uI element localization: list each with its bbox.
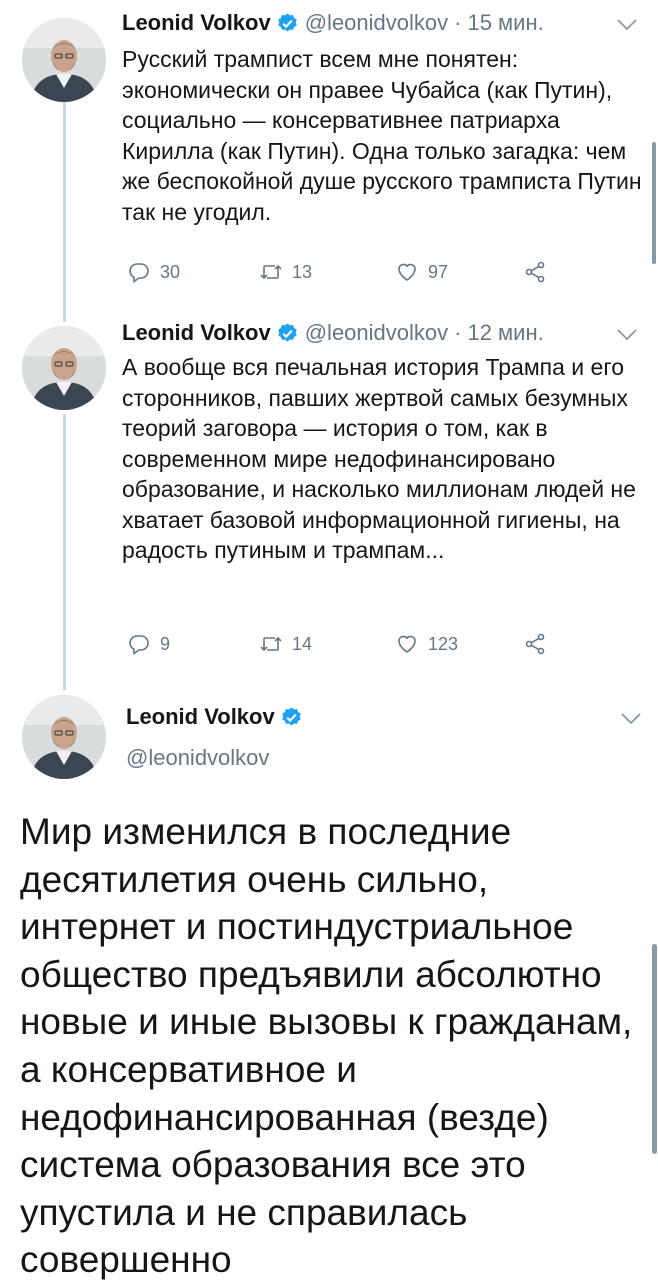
scrollbar[interactable] xyxy=(652,142,656,264)
focused-author-row: Leonid Volkov xyxy=(126,704,303,730)
focused-tweet-text: Мир изменился в последние десятилетия оч… xyxy=(20,811,633,1281)
retweet-icon xyxy=(260,636,282,652)
retweet-count: 14 xyxy=(292,633,313,654)
tweet-actions: 30 13 97 xyxy=(127,257,557,287)
retweet-button[interactable]: 13 xyxy=(259,257,312,287)
author-handle[interactable]: @leonidvolkov xyxy=(305,320,448,346)
like-icon xyxy=(398,635,416,653)
retweet-icon xyxy=(260,264,282,280)
like-count: 123 xyxy=(428,633,459,654)
author-name[interactable]: Leonid Volkov xyxy=(122,10,271,36)
avatar-photo xyxy=(22,18,106,102)
author-handle[interactable]: @leonidvolkov xyxy=(126,745,269,771)
share-icon xyxy=(525,633,545,655)
chevron-down-icon[interactable] xyxy=(616,328,638,342)
avatar-photo xyxy=(22,695,106,779)
avatar[interactable] xyxy=(22,18,106,102)
retweet-count: 13 xyxy=(292,261,313,282)
timestamp[interactable]: 15 мин. xyxy=(467,10,543,36)
thread-line xyxy=(63,414,66,690)
tweet-text: Русский трампист всем мне понятен: эконо… xyxy=(122,46,642,225)
reply-icon xyxy=(129,635,149,656)
thread-line xyxy=(63,100,66,322)
reply-button[interactable]: 9 xyxy=(127,629,170,659)
author-name[interactable]: Leonid Volkov xyxy=(122,320,271,346)
scrollbar[interactable] xyxy=(652,944,657,1154)
like-button[interactable]: 123 xyxy=(395,629,458,659)
verified-badge-icon xyxy=(276,12,299,35)
separator-dot: · xyxy=(454,10,462,35)
retweet-button[interactable]: 14 xyxy=(259,629,312,659)
separator-dot: · xyxy=(454,320,462,345)
timestamp[interactable]: 12 мин. xyxy=(467,320,543,346)
share-button[interactable] xyxy=(523,257,556,287)
chevron-down-icon[interactable] xyxy=(616,18,638,32)
share-button[interactable] xyxy=(523,629,556,659)
tweet-text: А вообще вся печальная история Трампа и … xyxy=(122,354,636,563)
chevron-down-icon[interactable] xyxy=(620,712,642,726)
avatar-photo xyxy=(22,326,106,410)
share-icon xyxy=(525,261,545,283)
like-button[interactable]: 97 xyxy=(395,257,448,287)
reply-count: 9 xyxy=(160,633,171,654)
reply-button[interactable]: 30 xyxy=(127,257,180,287)
reply-icon xyxy=(129,263,149,284)
avatar[interactable] xyxy=(22,695,106,779)
like-count: 97 xyxy=(428,261,449,282)
tweet-actions: 9 14 123 xyxy=(127,629,557,659)
verified-badge-icon xyxy=(276,322,299,345)
author-name[interactable]: Leonid Volkov xyxy=(126,704,275,730)
reply-count: 30 xyxy=(160,261,181,282)
tweet-header: Leonid Volkov @leonidvolkov · 15 мин. xyxy=(122,6,544,40)
tweet-header: Leonid Volkov @leonidvolkov · 12 мин. xyxy=(122,316,544,350)
like-icon xyxy=(398,263,416,281)
avatar[interactable] xyxy=(22,326,106,410)
verified-badge-icon xyxy=(280,706,303,729)
author-handle[interactable]: @leonidvolkov xyxy=(305,10,448,36)
